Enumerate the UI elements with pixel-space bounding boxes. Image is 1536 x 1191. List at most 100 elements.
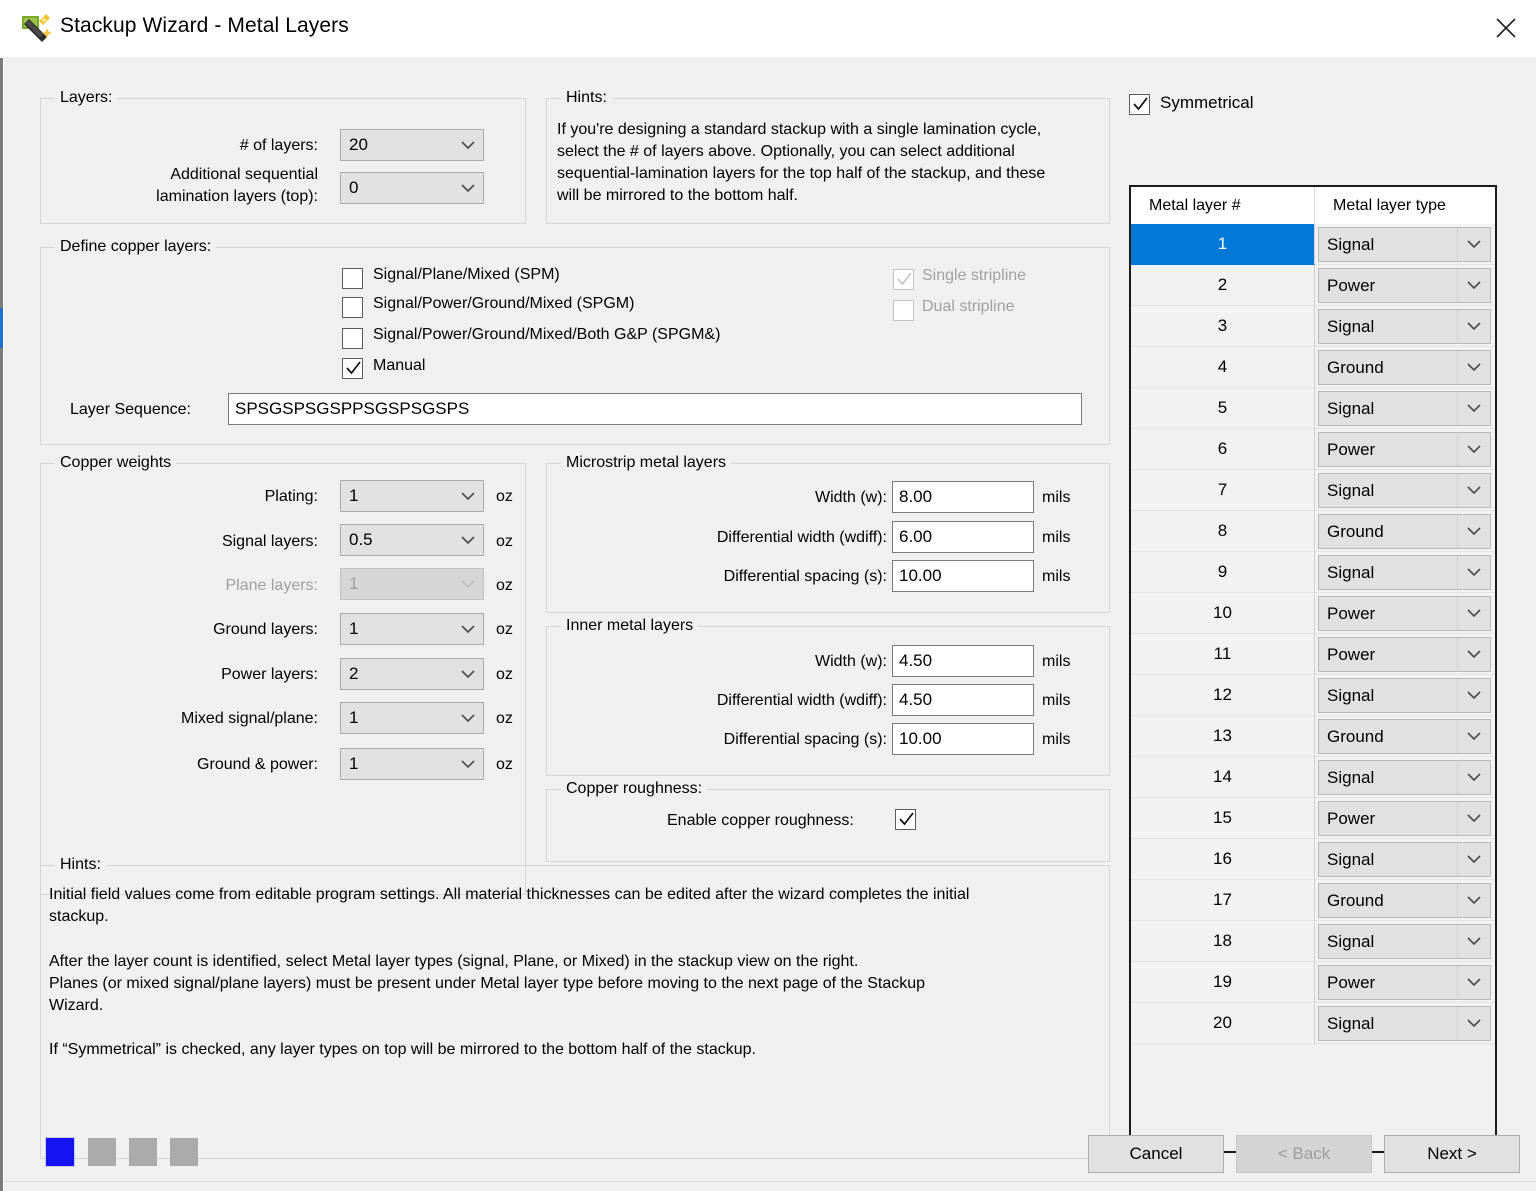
metal-layer-number-cell[interactable]: 12: [1131, 675, 1315, 716]
metal-layer-number-cell[interactable]: 11: [1131, 634, 1315, 675]
next-button[interactable]: Next >: [1384, 1135, 1520, 1173]
metal-layer-number-cell[interactable]: 2: [1131, 265, 1315, 306]
chevron-down-icon[interactable]: [1457, 720, 1490, 753]
ground-power-combo[interactable]: 1: [340, 748, 484, 780]
page-indicator-2[interactable]: [88, 1138, 116, 1166]
table-row[interactable]: 17 Ground: [1131, 880, 1495, 921]
checkbox-spm[interactable]: [342, 268, 363, 289]
metal-layer-type-combo[interactable]: Signal: [1318, 309, 1491, 344]
inner-spacing-input[interactable]: 10.00: [892, 723, 1034, 755]
chevron-down-icon[interactable]: [1457, 802, 1490, 835]
chevron-down-icon[interactable]: [1457, 761, 1490, 794]
metal-layer-number-cell[interactable]: 5: [1131, 388, 1315, 429]
chevron-down-icon[interactable]: [1457, 966, 1490, 999]
metal-layer-type-combo[interactable]: Signal: [1318, 555, 1491, 590]
metal-layer-type-combo[interactable]: Power: [1318, 596, 1491, 631]
metal-layer-type-combo[interactable]: Signal: [1318, 227, 1491, 262]
metal-layer-number-cell[interactable]: 14: [1131, 757, 1315, 798]
table-row[interactable]: 10 Power: [1131, 593, 1495, 634]
ground-layers-combo[interactable]: 1: [340, 613, 484, 645]
metal-layer-type-combo[interactable]: Ground: [1318, 719, 1491, 754]
mixed-signal-plane-combo[interactable]: 1: [340, 702, 484, 734]
metal-layer-number-cell[interactable]: 4: [1131, 347, 1315, 388]
metal-layer-number-cell[interactable]: 16: [1131, 839, 1315, 880]
metal-layer-number-cell[interactable]: 3: [1131, 306, 1315, 347]
chevron-down-icon[interactable]: [1457, 925, 1490, 958]
page-indicator-4[interactable]: [170, 1138, 198, 1166]
table-row[interactable]: 6 Power: [1131, 429, 1495, 470]
microstrip-width-input[interactable]: 8.00: [892, 481, 1034, 513]
checkbox-spgm-both[interactable]: [342, 328, 363, 349]
metal-layer-type-combo[interactable]: Ground: [1318, 514, 1491, 549]
metal-layer-type-combo[interactable]: Signal: [1318, 391, 1491, 426]
table-row[interactable]: 11 Power: [1131, 634, 1495, 675]
metal-layer-number-cell[interactable]: 1: [1131, 224, 1315, 265]
chevron-down-icon[interactable]: [1457, 351, 1490, 384]
checkbox-enable-copper-roughness[interactable]: [895, 809, 916, 830]
metal-layer-type-combo[interactable]: Power: [1318, 965, 1491, 1000]
metal-layer-type-combo[interactable]: Power: [1318, 268, 1491, 303]
chevron-down-icon[interactable]: [1457, 310, 1490, 343]
table-row[interactable]: 14 Signal: [1131, 757, 1495, 798]
microstrip-wdiff-input[interactable]: 6.00: [892, 521, 1034, 553]
table-row[interactable]: 12 Signal: [1131, 675, 1495, 716]
table-row[interactable]: 1 Signal: [1131, 224, 1495, 265]
microstrip-spacing-input[interactable]: 10.00: [892, 560, 1034, 592]
table-row[interactable]: 5 Signal: [1131, 388, 1495, 429]
checkbox-manual[interactable]: [342, 358, 363, 379]
table-row[interactable]: 7 Signal: [1131, 470, 1495, 511]
signal-layers-combo[interactable]: 0.5: [340, 524, 484, 556]
metal-layer-number-cell[interactable]: 9: [1131, 552, 1315, 593]
metal-layer-type-combo[interactable]: Signal: [1318, 1006, 1491, 1041]
chevron-down-icon[interactable]: [1457, 433, 1490, 466]
metal-layer-number-cell[interactable]: 19: [1131, 962, 1315, 1003]
metal-layer-number-cell[interactable]: 20: [1131, 1003, 1315, 1044]
table-row[interactable]: 20 Signal: [1131, 1003, 1495, 1044]
page-indicator-1[interactable]: [45, 1137, 75, 1167]
close-icon[interactable]: [1476, 0, 1536, 55]
chevron-down-icon[interactable]: [1457, 515, 1490, 548]
chevron-down-icon[interactable]: [1457, 228, 1490, 261]
num-layers-combo[interactable]: 20: [340, 129, 484, 161]
chevron-down-icon[interactable]: [1457, 638, 1490, 671]
metal-layer-type-combo[interactable]: Power: [1318, 801, 1491, 836]
table-row[interactable]: 19 Power: [1131, 962, 1495, 1003]
page-indicator-3[interactable]: [129, 1138, 157, 1166]
checkbox-symmetrical[interactable]: [1129, 94, 1150, 115]
table-row[interactable]: 2 Power: [1131, 265, 1495, 306]
table-row[interactable]: 13 Ground: [1131, 716, 1495, 757]
plating-combo[interactable]: 1: [340, 480, 484, 512]
table-row[interactable]: 16 Signal: [1131, 839, 1495, 880]
additional-layers-combo[interactable]: 0: [340, 172, 484, 204]
metal-layer-type-combo[interactable]: Power: [1318, 637, 1491, 672]
cancel-button[interactable]: Cancel: [1088, 1135, 1224, 1173]
inner-width-input[interactable]: 4.50: [892, 645, 1034, 677]
table-row[interactable]: 4 Ground: [1131, 347, 1495, 388]
metal-layer-type-combo[interactable]: Power: [1318, 432, 1491, 467]
chevron-down-icon[interactable]: [1457, 556, 1490, 589]
chevron-down-icon[interactable]: [1457, 474, 1490, 507]
metal-layer-type-combo[interactable]: Signal: [1318, 842, 1491, 877]
metal-layer-type-combo[interactable]: Signal: [1318, 473, 1491, 508]
chevron-down-icon[interactable]: [1457, 392, 1490, 425]
chevron-down-icon[interactable]: [1457, 269, 1490, 302]
table-row[interactable]: 3 Signal: [1131, 306, 1495, 347]
metal-layer-number-cell[interactable]: 6: [1131, 429, 1315, 470]
metal-layer-number-cell[interactable]: 17: [1131, 880, 1315, 921]
chevron-down-icon[interactable]: [1457, 843, 1490, 876]
metal-layer-number-cell[interactable]: 18: [1131, 921, 1315, 962]
chevron-down-icon[interactable]: [1457, 597, 1490, 630]
chevron-down-icon[interactable]: [1457, 1007, 1490, 1040]
chevron-down-icon[interactable]: [1457, 679, 1490, 712]
metal-layer-number-cell[interactable]: 7: [1131, 470, 1315, 511]
metal-layer-number-cell[interactable]: 10: [1131, 593, 1315, 634]
metal-layer-type-combo[interactable]: Signal: [1318, 678, 1491, 713]
metal-layer-number-cell[interactable]: 15: [1131, 798, 1315, 839]
metal-layer-type-combo[interactable]: Signal: [1318, 760, 1491, 795]
power-layers-combo[interactable]: 2: [340, 658, 484, 690]
table-row[interactable]: 15 Power: [1131, 798, 1495, 839]
table-row[interactable]: 9 Signal: [1131, 552, 1495, 593]
table-row[interactable]: 18 Signal: [1131, 921, 1495, 962]
metal-layer-type-combo[interactable]: Ground: [1318, 883, 1491, 918]
checkbox-spgm[interactable]: [342, 297, 363, 318]
